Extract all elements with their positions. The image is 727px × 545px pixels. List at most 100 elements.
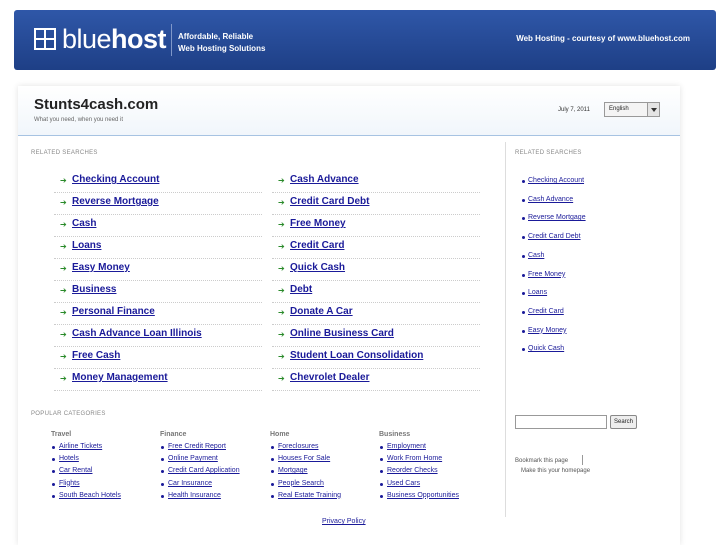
related-link-reverse-mortgage[interactable]: Reverse Mortgage xyxy=(72,196,159,207)
category-item[interactable]: South Beach Hotels xyxy=(52,492,121,499)
related-item[interactable]: ➔ Quick Cash xyxy=(272,259,480,281)
category-link-reorder-checks[interactable]: Reorder Checks xyxy=(387,467,438,474)
category-item[interactable]: Online Payment xyxy=(161,455,218,462)
sidebar-link-reverse-mortgage[interactable]: Reverse Mortgage xyxy=(528,214,586,221)
category-item[interactable]: Airline Tickets xyxy=(52,443,102,450)
category-link-hotels[interactable]: Hotels xyxy=(59,455,79,462)
related-item[interactable]: ➔ Student Loan Consolidation xyxy=(272,347,480,369)
category-item[interactable]: Reorder Checks xyxy=(380,467,438,474)
related-link-cash[interactable]: Cash xyxy=(72,218,96,229)
related-link-personal-finance[interactable]: Personal Finance xyxy=(72,306,155,317)
related-item[interactable]: ➔ Reverse Mortgage xyxy=(54,193,262,215)
sidebar-item[interactable]: Checking Account xyxy=(522,177,584,184)
category-item[interactable]: People Search xyxy=(271,480,324,487)
sidebar-link-quick-cash[interactable]: Quick Cash xyxy=(528,345,564,352)
related-link-free-cash[interactable]: Free Cash xyxy=(72,350,120,361)
sidebar-link-loans[interactable]: Loans xyxy=(528,289,547,296)
sidebar-item[interactable]: Credit Card xyxy=(522,308,564,315)
sidebar-item[interactable]: Loans xyxy=(522,289,547,296)
category-item[interactable]: Work From Home xyxy=(380,455,442,462)
related-item[interactable]: ➔ Free Cash xyxy=(54,347,262,369)
search-button[interactable]: Search xyxy=(610,415,637,429)
related-link-debt[interactable]: Debt xyxy=(290,284,312,295)
category-link-foreclosures[interactable]: Foreclosures xyxy=(278,443,318,450)
related-link-credit-card[interactable]: Credit Card xyxy=(290,240,344,251)
category-link-airline-tickets[interactable]: Airline Tickets xyxy=(59,443,102,450)
category-link-south-beach-hotels[interactable]: South Beach Hotels xyxy=(59,492,121,499)
related-link-money-management[interactable]: Money Management xyxy=(72,372,168,383)
sidebar-item[interactable]: Free Money xyxy=(522,271,565,278)
related-item[interactable]: ➔ Cash Advance Loan Illinois xyxy=(54,325,262,347)
related-item[interactable]: ➔ Business xyxy=(54,281,262,303)
category-item[interactable]: Free Credit Report xyxy=(161,443,226,450)
related-item[interactable]: ➔ Chevrolet Dealer xyxy=(272,369,480,391)
related-item[interactable]: ➔ Debt xyxy=(272,281,480,303)
category-item[interactable]: Used Cars xyxy=(380,480,420,487)
category-link-business-opportunities[interactable]: Business Opportunities xyxy=(387,492,459,499)
sidebar-item[interactable]: Credit Card Debt xyxy=(522,233,581,240)
language-select[interactable]: English xyxy=(604,102,660,117)
sidebar-link-checking-account[interactable]: Checking Account xyxy=(528,177,584,184)
sidebar-item[interactable]: Quick Cash xyxy=(522,345,564,352)
sidebar-item[interactable]: Reverse Mortgage xyxy=(522,214,586,221)
related-item[interactable]: ➔ Credit Card Debt xyxy=(272,193,480,215)
category-item[interactable]: Flights xyxy=(52,480,80,487)
category-link-employment[interactable]: Employment xyxy=(387,443,426,450)
category-item[interactable]: Foreclosures xyxy=(271,443,318,450)
category-link-credit-card-application[interactable]: Credit Card Application xyxy=(168,467,240,474)
homepage-link[interactable]: Make this your homepage xyxy=(521,468,590,474)
related-item[interactable]: ➔ Easy Money xyxy=(54,259,262,281)
related-link-cash-advance-loan-illinois[interactable]: Cash Advance Loan Illinois xyxy=(72,328,202,339)
related-item[interactable]: ➔ Credit Card xyxy=(272,237,480,259)
search-input[interactable] xyxy=(515,415,607,429)
category-link-mortgage[interactable]: Mortgage xyxy=(278,467,308,474)
related-item[interactable]: ➔ Loans xyxy=(54,237,262,259)
related-item[interactable]: ➔ Cash xyxy=(54,215,262,237)
related-item[interactable]: ➔ Donate A Car xyxy=(272,303,480,325)
category-item[interactable]: Business Opportunities xyxy=(380,492,459,499)
category-item[interactable]: Car Rental xyxy=(52,467,92,474)
sidebar-link-cash-advance[interactable]: Cash Advance xyxy=(528,196,573,203)
related-link-credit-card-debt[interactable]: Credit Card Debt xyxy=(290,196,369,207)
related-link-donate-a-car[interactable]: Donate A Car xyxy=(290,306,353,317)
category-link-houses-for-sale[interactable]: Houses For Sale xyxy=(278,455,330,462)
hosting-courtesy-link[interactable]: Web Hosting - courtesy of www.bluehost.c… xyxy=(516,34,690,43)
chevron-down-icon[interactable] xyxy=(647,103,659,116)
related-link-chevrolet-dealer[interactable]: Chevrolet Dealer xyxy=(290,372,369,383)
category-item[interactable]: Car Insurance xyxy=(161,480,212,487)
sidebar-item[interactable]: Cash Advance xyxy=(522,196,573,203)
related-link-cash-advance[interactable]: Cash Advance xyxy=(290,174,359,185)
sidebar-item[interactable]: Easy Money xyxy=(522,327,567,334)
category-link-free-credit-report[interactable]: Free Credit Report xyxy=(168,443,226,450)
category-item[interactable]: Health Insurance xyxy=(161,492,221,499)
related-item[interactable]: ➔ Checking Account xyxy=(54,171,262,193)
related-link-quick-cash[interactable]: Quick Cash xyxy=(290,262,345,273)
sidebar-link-credit-card[interactable]: Credit Card xyxy=(528,308,564,315)
bluehost-logo[interactable]: bluehost xyxy=(62,24,167,54)
category-link-used-cars[interactable]: Used Cars xyxy=(387,480,420,487)
category-link-online-payment[interactable]: Online Payment xyxy=(168,455,218,462)
related-link-business[interactable]: Business xyxy=(72,284,116,295)
sidebar-link-credit-card-debt[interactable]: Credit Card Debt xyxy=(528,233,581,240)
category-item[interactable]: Houses For Sale xyxy=(271,455,330,462)
category-link-car-insurance[interactable]: Car Insurance xyxy=(168,480,212,487)
related-link-student-loan-consolidation[interactable]: Student Loan Consolidation xyxy=(290,350,423,361)
category-link-real-estate-training[interactable]: Real Estate Training xyxy=(278,492,341,499)
sidebar-item[interactable]: Cash xyxy=(522,252,544,259)
category-item[interactable]: Credit Card Application xyxy=(161,467,240,474)
bookmark-link[interactable]: Bookmark this page xyxy=(515,458,568,464)
related-link-free-money[interactable]: Free Money xyxy=(290,218,346,229)
sidebar-link-easy-money[interactable]: Easy Money xyxy=(528,327,567,334)
related-item[interactable]: ➔ Personal Finance xyxy=(54,303,262,325)
category-link-people-search[interactable]: People Search xyxy=(278,480,324,487)
sidebar-link-free-money[interactable]: Free Money xyxy=(528,271,565,278)
category-link-work-from-home[interactable]: Work From Home xyxy=(387,455,442,462)
category-item[interactable]: Employment xyxy=(380,443,426,450)
related-item[interactable]: ➔ Money Management xyxy=(54,369,262,391)
related-link-easy-money[interactable]: Easy Money xyxy=(72,262,130,273)
related-item[interactable]: ➔ Online Business Card xyxy=(272,325,480,347)
related-link-loans[interactable]: Loans xyxy=(72,240,101,251)
category-link-health-insurance[interactable]: Health Insurance xyxy=(168,492,221,499)
related-link-online-business-card[interactable]: Online Business Card xyxy=(290,328,394,339)
category-item[interactable]: Mortgage xyxy=(271,467,308,474)
